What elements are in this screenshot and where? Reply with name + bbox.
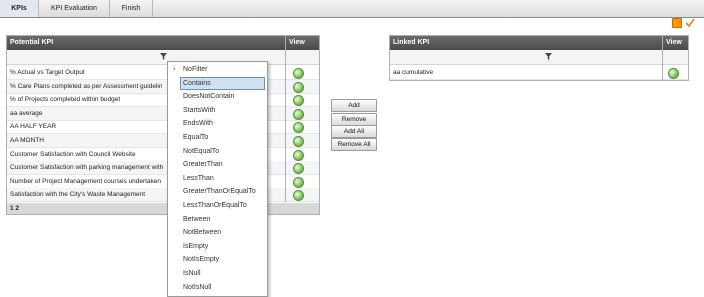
menu-item-notequalto[interactable]: NotEqualTo: [168, 145, 267, 158]
kpi-name: Number of Project Management courses und…: [10, 177, 162, 185]
view-icon[interactable]: [293, 108, 304, 120]
menu-item-label: StartsWith: [183, 106, 216, 114]
menu-item-label: IsNull: [183, 270, 201, 277]
filter-icon[interactable]: [160, 53, 167, 60]
menu-item-isnull[interactable]: IsNull: [168, 267, 267, 280]
menu-item-label: GreaterThanOrEqualTo: [183, 188, 256, 196]
menu-item-greaterthanorequalto[interactable]: GreaterThanOrEqualTo: [168, 185, 267, 198]
kpi-name: % Actual vs Target Output: [10, 69, 85, 76]
column-divider: [285, 36, 286, 202]
view-icon[interactable]: [293, 68, 304, 79]
check-edit-icon[interactable]: [685, 18, 695, 28]
table-row[interactable]: % Care Plans completed as per Assessment…: [7, 79, 319, 94]
table-row[interactable]: aa average: [7, 106, 319, 121]
table-row[interactable]: AA HALF YEAR: [7, 120, 319, 135]
menu-item-label: IsEmpty: [183, 242, 209, 250]
table-row[interactable]: Customer Satisfaction with Council Websi…: [7, 148, 319, 162]
kpi-name: AA MONTH: [10, 137, 44, 144]
tab-kpis[interactable]: KPIs: [0, 0, 39, 17]
view-icon[interactable]: [293, 176, 304, 188]
menu-item-label: GreaterThan: [183, 161, 223, 169]
kpi-name: AA HALF YEAR: [10, 123, 57, 131]
menu-item-label: NotBetween: [183, 229, 222, 237]
menu-item-contains[interactable]: Contains: [180, 76, 265, 90]
table-row[interactable]: aa cumulative: [390, 66, 688, 80]
add-button[interactable]: Add: [331, 99, 377, 112]
menu-item-label: EndsWith: [183, 120, 213, 128]
menu-item-notisnull[interactable]: NotIsNull: [168, 281, 267, 294]
linked-kpi-grid: Linked KPI View aa cumulative: [389, 35, 689, 81]
table-row[interactable]: Customer Satisfaction with parking manag…: [7, 161, 319, 176]
filter-row: [7, 50, 319, 65]
col-header-view[interactable]: View: [286, 36, 319, 50]
potential-kpi-grid: Potential KPI View % Actual vs Target Ou…: [6, 35, 320, 215]
menu-item-startswith[interactable]: StartsWith: [168, 104, 267, 117]
save-icon[interactable]: [672, 18, 682, 28]
add-all-button[interactable]: Add All: [331, 125, 377, 138]
table-row[interactable]: % of Projects completed within budget: [7, 93, 319, 108]
tab-finish[interactable]: Finish: [110, 0, 153, 17]
tab-bar: KPIs KPI Evaluation Finish: [0, 0, 704, 18]
menu-item-isempty[interactable]: IsEmpty: [168, 240, 267, 253]
view-icon[interactable]: [293, 136, 304, 147]
filter-row-linked: [390, 50, 688, 65]
view-icon[interactable]: [293, 81, 304, 93]
col-header-view-linked[interactable]: View: [663, 36, 688, 50]
filter-dropdown-menu: › NoFilter Contains DoesNotContain StartsWit…: [167, 61, 268, 297]
menu-item-label: Contains: [183, 79, 211, 87]
kpi-name: Satisfaction with the City's Waste Manag…: [10, 191, 146, 199]
menu-item-notisempty[interactable]: NotIsEmpty: [168, 253, 267, 266]
table-row[interactable]: Satisfaction with the City's Waste Manag…: [7, 188, 319, 203]
menu-item-label: EqualTo: [183, 134, 209, 141]
kpi-name: % Care Plans completed as per Assessment…: [10, 82, 163, 90]
menu-item-label: NotIsNull: [183, 283, 212, 291]
menu-item-label: Between: [183, 215, 211, 223]
view-icon[interactable]: [293, 149, 304, 161]
kpi-name: Customer Satisfaction with parking manag…: [10, 164, 164, 172]
table-row[interactable]: Number of Project Management courses und…: [7, 175, 319, 189]
menu-item-label: NoFilter: [183, 66, 208, 73]
remove-all-button[interactable]: Remove All: [331, 138, 377, 151]
menu-item-lessthan[interactable]: LessThan: [168, 172, 267, 185]
view-icon[interactable]: [668, 68, 679, 79]
menu-item-lessthanorequalto[interactable]: LessThanOrEqualTo: [168, 199, 267, 212]
menu-item-nofilter[interactable]: › NoFilter: [168, 63, 267, 76]
menu-item-equalto[interactable]: EqualTo: [168, 131, 267, 144]
kpi-name: % of Projects completed within budget: [10, 96, 121, 104]
menu-item-label: LessThanOrEqualTo: [183, 202, 247, 209]
kpi-name: aa average: [10, 109, 43, 117]
menu-item-notbetween[interactable]: NotBetween: [168, 226, 267, 239]
menu-item-label: NotIsEmpty: [183, 256, 220, 264]
column-divider: [662, 36, 663, 80]
col-header-potential-kpi[interactable]: Potential KPI: [7, 36, 285, 50]
menu-item-label: DoesNotContain: [183, 93, 235, 101]
toolbar: [672, 18, 695, 28]
chevron-right-icon: ›: [173, 66, 176, 73]
kpi-name: Customer Satisfaction with Council Websi…: [10, 150, 136, 158]
menu-item-greaterthan[interactable]: GreaterThan: [168, 158, 267, 171]
table-row[interactable]: AA MONTH: [7, 134, 319, 148]
menu-item-between[interactable]: Between: [168, 213, 267, 226]
table-row[interactable]: % Actual vs Target Output: [7, 66, 319, 80]
menu-item-doesnotcontain[interactable]: DoesNotContain: [168, 90, 267, 103]
menu-item-endswith[interactable]: EndsWith: [168, 117, 267, 130]
menu-item-label: LessThan: [183, 174, 214, 182]
pager[interactable]: 1 2: [7, 203, 319, 214]
menu-item-label: NotEqualTo: [183, 147, 220, 155]
col-header-linked-kpi[interactable]: Linked KPI: [390, 36, 662, 50]
filter-icon[interactable]: [545, 53, 552, 60]
tab-kpi-evaluation[interactable]: KPI Evaluation: [39, 0, 110, 17]
